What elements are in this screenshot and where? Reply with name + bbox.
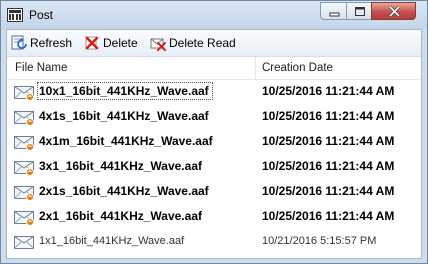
list-item[interactable]: 4x1s_16bit_441KHz_Wave.aaf 10/25/2016 11:… xyxy=(7,105,421,129)
column-divider[interactable] xyxy=(255,57,256,79)
app-icon xyxy=(7,8,23,22)
list-item[interactable]: 3x1_16bit_441KHz_Wave.aaf 10/25/2016 11:2… xyxy=(7,155,421,179)
toolbar: Refresh Delete Delete Read xyxy=(7,30,421,57)
close-icon xyxy=(388,5,401,18)
minimize-icon xyxy=(329,12,340,17)
file-name: 10x1_16bit_441KHz_Wave.aaf xyxy=(37,82,213,100)
delete-read-label: Delete Read xyxy=(169,36,236,50)
unread-mail-icon xyxy=(14,136,34,151)
creation-date: 10/25/2016 11:21:44 AM xyxy=(262,159,395,173)
delete-label: Delete xyxy=(103,36,138,50)
creation-date: 10/25/2016 11:21:44 AM xyxy=(262,184,395,198)
file-name: 4x1m_16bit_441KHz_Wave.aaf xyxy=(39,134,213,148)
creation-date: 10/21/2016 5:15:57 PM xyxy=(262,235,377,247)
client-area: Refresh Delete Delete Read File Name Cre… xyxy=(6,29,422,259)
maximize-icon xyxy=(355,7,365,16)
column-header-file-name[interactable]: File Name xyxy=(15,62,67,74)
creation-date: 10/25/2016 11:21:44 AM xyxy=(262,209,395,223)
delete-button[interactable]: Delete xyxy=(84,34,138,52)
minimize-button[interactable] xyxy=(320,2,347,20)
refresh-icon xyxy=(11,35,27,50)
delete-read-icon xyxy=(150,38,166,51)
read-mail-icon xyxy=(14,236,34,249)
file-name: 2x1_16bit_441KHz_Wave.aaf xyxy=(39,209,202,223)
file-name: 1x1_16bit_441KHz_Wave.aaf xyxy=(39,235,185,247)
list-item[interactable]: 1x1_16bit_441KHz_Wave.aaf 10/21/2016 5:15… xyxy=(7,230,421,254)
unread-mail-icon xyxy=(14,161,34,176)
creation-date: 10/25/2016 11:21:44 AM xyxy=(262,109,395,123)
list-item[interactable]: 2x1s_16bit_441KHz_Wave.aaf 10/25/2016 11:… xyxy=(7,180,421,204)
column-header-creation-date[interactable]: Creation Date xyxy=(262,62,333,74)
file-name: 4x1s_16bit_441KHz_Wave.aaf xyxy=(39,109,209,123)
unread-mail-icon xyxy=(14,211,34,226)
delete-read-button[interactable]: Delete Read xyxy=(150,34,236,52)
unread-mail-icon xyxy=(14,186,34,201)
title-bar[interactable]: Post xyxy=(1,1,427,29)
window-title: Post xyxy=(29,8,54,22)
creation-date: 10/25/2016 11:21:44 AM xyxy=(262,134,395,148)
close-button[interactable] xyxy=(371,2,416,20)
delete-icon xyxy=(85,36,99,50)
refresh-label: Refresh xyxy=(30,36,73,50)
list-item[interactable]: 2x1_16bit_441KHz_Wave.aaf 10/25/2016 11:2… xyxy=(7,205,421,229)
refresh-button[interactable]: Refresh xyxy=(11,34,72,52)
creation-date: 10/25/2016 11:21:44 AM xyxy=(262,84,395,98)
unread-mail-icon xyxy=(14,111,34,126)
maximize-button[interactable] xyxy=(346,2,372,20)
file-name: 2x1s_16bit_441KHz_Wave.aaf xyxy=(39,184,209,198)
list-item[interactable]: 4x1m_16bit_441KHz_Wave.aaf 10/25/2016 11:… xyxy=(7,130,421,154)
post-window: Post Refresh Delete Delete Read File Nam… xyxy=(0,0,428,264)
file-name: 3x1_16bit_441KHz_Wave.aaf xyxy=(39,159,202,173)
unread-mail-icon xyxy=(14,86,34,101)
list-header: File Name Creation Date xyxy=(7,57,421,80)
list-item[interactable]: 10x1_16bit_441KHz_Wave.aaf 10/25/2016 11:… xyxy=(7,80,421,104)
